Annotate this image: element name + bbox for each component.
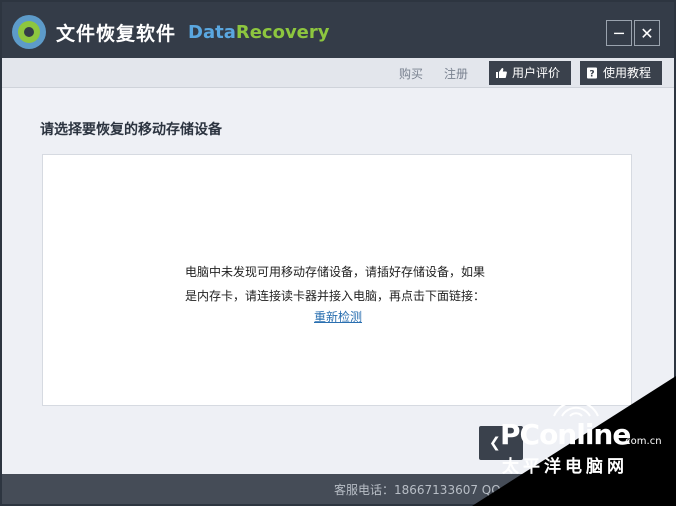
minimize-button[interactable]: ─ xyxy=(606,20,632,46)
tutorial-button[interactable]: ? 使用教程 xyxy=(580,61,662,85)
brand-part-data: Data xyxy=(188,22,236,43)
no-device-message: 电脑中未发现可用移动存储设备，请插好存储设备，如果 是内存卡，请连接读卡器并接入… xyxy=(185,260,495,308)
app-logo-icon xyxy=(12,15,46,49)
thumbs-up-icon xyxy=(496,68,507,78)
svg-text:?: ? xyxy=(589,70,594,80)
brand-logo: DataRecovery xyxy=(188,22,330,43)
title-bar: 文件恢复软件 DataRecovery ─ ✕ xyxy=(2,2,674,58)
menu-bar: 购买 注册 用户评价 ? 使用教程 xyxy=(2,58,674,88)
redetect-link[interactable]: 重新检测 xyxy=(314,308,362,325)
message-line-1: 电脑中未发现可用移动存储设备，请插好存储设备，如果 xyxy=(185,265,486,279)
register-link[interactable]: 注册 xyxy=(444,65,468,82)
watermark-subtitle: 太平洋电脑网 xyxy=(502,457,628,477)
watermark-domain: .com.cn xyxy=(622,436,662,447)
device-list-panel: 电脑中未发现可用移动存储设备，请插好存储设备，如果 是内存卡，请连接读卡器并接入… xyxy=(42,154,632,406)
brand-part-recovery: Recovery xyxy=(235,22,330,43)
page-heading: 请选择要恢复的移动存储设备 xyxy=(40,122,222,138)
pconline-watermark: PConline .com.cn 太平洋电脑网 xyxy=(472,376,676,506)
help-book-icon: ? xyxy=(587,67,597,80)
close-button[interactable]: ✕ xyxy=(634,20,660,46)
buy-link[interactable]: 购买 xyxy=(399,65,423,82)
user-review-button[interactable]: 用户评价 xyxy=(489,61,571,85)
user-review-label: 用户评价 xyxy=(512,66,561,80)
watermark-brand: PConline xyxy=(500,418,631,451)
message-line-2: 是内存卡，请连接读卡器并接入电脑，再点击下面链接： xyxy=(185,289,486,303)
app-title: 文件恢复软件 xyxy=(56,23,177,45)
tutorial-label: 使用教程 xyxy=(603,66,652,80)
